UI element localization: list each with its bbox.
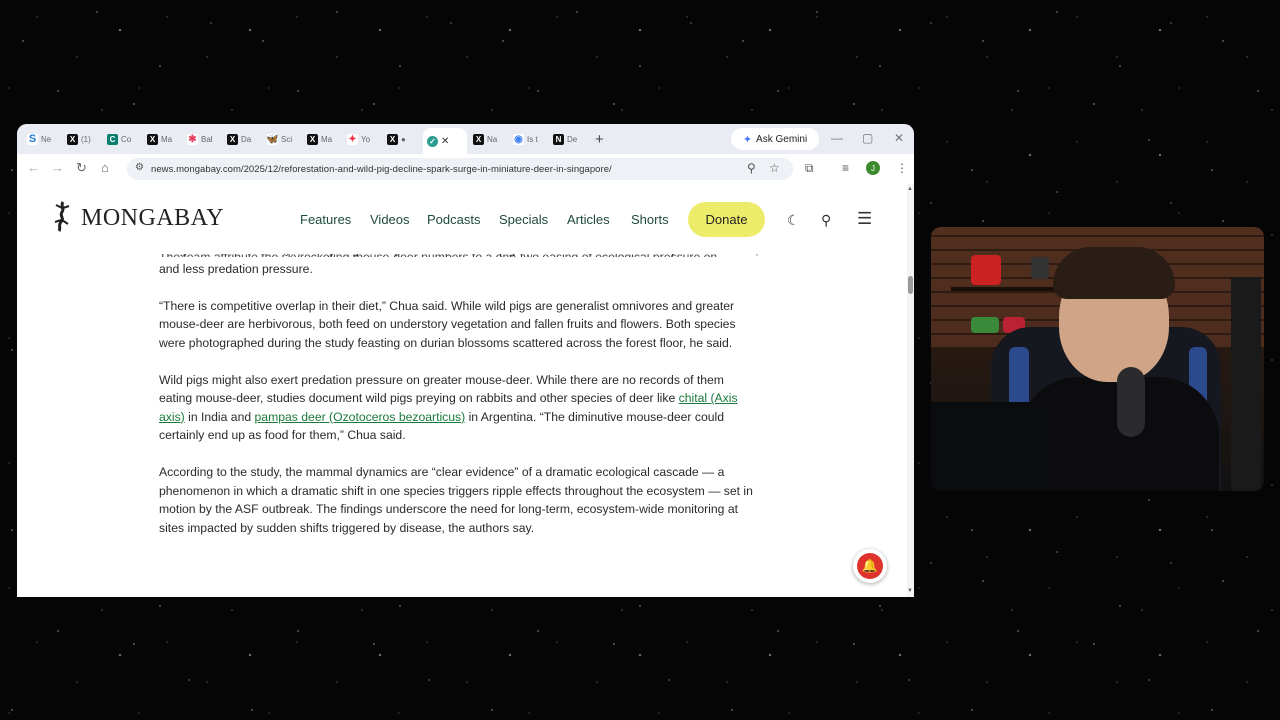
close-window-icon[interactable]: ✕ — [894, 131, 904, 145]
browser-window: S Ne X (1) C Co X Ma ✱ Bal X Da 🦋 Sci X Ma ✦ Yo X… — [17, 124, 914, 597]
zoom-icon[interactable]: ⚲ — [747, 161, 756, 175]
forward-arrow-icon[interactable]: → — [51, 160, 64, 175]
reload-icon[interactable]: ↻ — [76, 160, 87, 176]
nav-specials[interactable]: Specials — [499, 212, 548, 227]
x-logo-icon: X — [473, 133, 484, 145]
hamburger-menu-icon[interactable]: ☰ — [857, 209, 872, 229]
scrollbar-thumb[interactable] — [908, 276, 913, 294]
x-logo-icon: X — [307, 133, 318, 145]
pampas-deer-link[interactable]: pampas deer (Ozotoceros bezoarticus) — [255, 410, 466, 424]
site-header: MONGABAY Features Videos Podcasts Specia… — [17, 184, 907, 254]
home-icon[interactable]: ⌂ — [101, 160, 109, 175]
browser-tab[interactable]: X Ma — [303, 127, 341, 151]
bell-icon: 🔔 — [857, 553, 883, 579]
scroll-down-arrow-icon[interactable]: ▼ — [907, 588, 913, 594]
paragraph: Wild pigs might also exert predation pre… — [159, 372, 738, 443]
cast-icon[interactable]: ⧉ — [805, 161, 814, 176]
webcam-overlay — [931, 227, 1264, 491]
x-logo-icon: X — [67, 133, 78, 145]
address-bar-row: ← → ↻ ⌂ ⚙ news.mongabay.com/2025/12/refo… — [17, 154, 914, 185]
chair-stripe — [1009, 347, 1029, 407]
search-icon[interactable]: ⚲ — [821, 212, 831, 229]
url-field[interactable]: ⚙ news.mongabay.com/2025/12/reforestatio… — [127, 158, 793, 180]
paragraph: “There is competitive overlap in their d… — [159, 298, 736, 350]
background-pole — [1231, 277, 1261, 491]
notification-bell-button[interactable]: 🔔 — [853, 549, 887, 583]
browser-tab[interactable]: ◉ Is t — [509, 127, 547, 151]
shelf — [951, 287, 1061, 291]
new-tab-plus-icon[interactable]: + — [595, 131, 604, 148]
site-b-icon: ✱ — [187, 133, 198, 145]
maximize-icon[interactable]: ▢ — [862, 131, 873, 145]
site-s-icon: S — [27, 133, 38, 145]
browser-tab-active[interactable]: ✓ ✕ — [423, 128, 467, 154]
x-logo-icon: X — [387, 133, 398, 145]
butterfly-icon: 🦋 — [266, 133, 279, 145]
browser-tab[interactable]: X (1) — [63, 127, 101, 151]
x-logo-icon: X — [147, 133, 158, 145]
browser-tab[interactable]: X Na — [469, 127, 507, 151]
browser-tab[interactable]: ✦ Yo — [343, 127, 381, 151]
x-logo-icon: X — [227, 133, 238, 145]
nav-videos[interactable]: Videos — [370, 212, 410, 227]
kebab-menu-icon[interactable]: ⋮ — [896, 161, 908, 175]
shelf-figure — [971, 317, 999, 333]
site-y-icon: ✦ — [347, 133, 358, 145]
donate-button[interactable]: Donate — [688, 202, 765, 237]
browser-tab[interactable]: ✱ Bal — [183, 127, 221, 151]
reading-list-icon[interactable]: ≡ — [842, 161, 849, 175]
browser-tab[interactable]: N De — [549, 127, 587, 151]
paragraph: According to the study, the mammal dynam… — [159, 465, 753, 535]
mongabay-favicon-icon: ✓ — [427, 135, 438, 147]
person-hair — [1053, 247, 1175, 299]
browser-tab[interactable]: X Ma — [143, 127, 181, 151]
ask-gemini-button[interactable]: ✦ Ask Gemini — [731, 128, 819, 150]
scroll-up-arrow-icon[interactable]: ▲ — [907, 186, 913, 192]
dark-mode-moon-icon[interactable]: ☾ — [787, 212, 800, 229]
site-info-icon[interactable]: ⚙ — [135, 162, 144, 173]
mongabay-logo[interactable]: MONGABAY — [47, 200, 224, 237]
chrome-icon: ◉ — [513, 133, 524, 145]
bookmark-star-icon[interactable]: ☆ — [769, 161, 780, 175]
site-n-icon: N — [553, 133, 564, 145]
gecko-logo-icon — [47, 200, 77, 237]
browser-tab[interactable]: C Co — [103, 127, 141, 151]
microphone — [1117, 367, 1145, 437]
browser-tab[interactable]: X ● — [383, 127, 421, 151]
profile-avatar[interactable]: J — [866, 161, 880, 175]
nav-podcasts[interactable]: Podcasts — [427, 212, 480, 227]
browser-tab[interactable]: 🦋 Sci — [263, 127, 301, 151]
monitor — [931, 402, 1051, 491]
tab-strip: S Ne X (1) C Co X Ma ✱ Bal X Da 🦋 Sci X Ma ✦ Yo X… — [17, 124, 914, 154]
nav-articles[interactable]: Articles — [567, 212, 610, 227]
web-page: The team attribute the skyrocketing mous… — [17, 184, 907, 597]
shelf-figure — [971, 255, 1001, 285]
browser-tab[interactable]: X Da — [223, 127, 261, 151]
page-scrollbar[interactable]: ▲ ▼ — [907, 184, 914, 597]
nav-features[interactable]: Features — [300, 212, 351, 227]
nav-shorts[interactable]: Shorts — [631, 212, 669, 227]
back-arrow-icon[interactable]: ← — [27, 160, 40, 175]
minimize-icon[interactable]: — — [831, 131, 843, 145]
gemini-star-icon: ✦ — [742, 133, 753, 146]
browser-tab[interactable]: S Ne — [23, 127, 61, 151]
site-c-icon: C — [107, 133, 118, 145]
shelf-figure — [1031, 257, 1049, 279]
close-tab-icon[interactable]: ✕ — [441, 136, 449, 147]
article-body: the greater mouse-deer, the only ungulat… — [159, 241, 759, 556]
